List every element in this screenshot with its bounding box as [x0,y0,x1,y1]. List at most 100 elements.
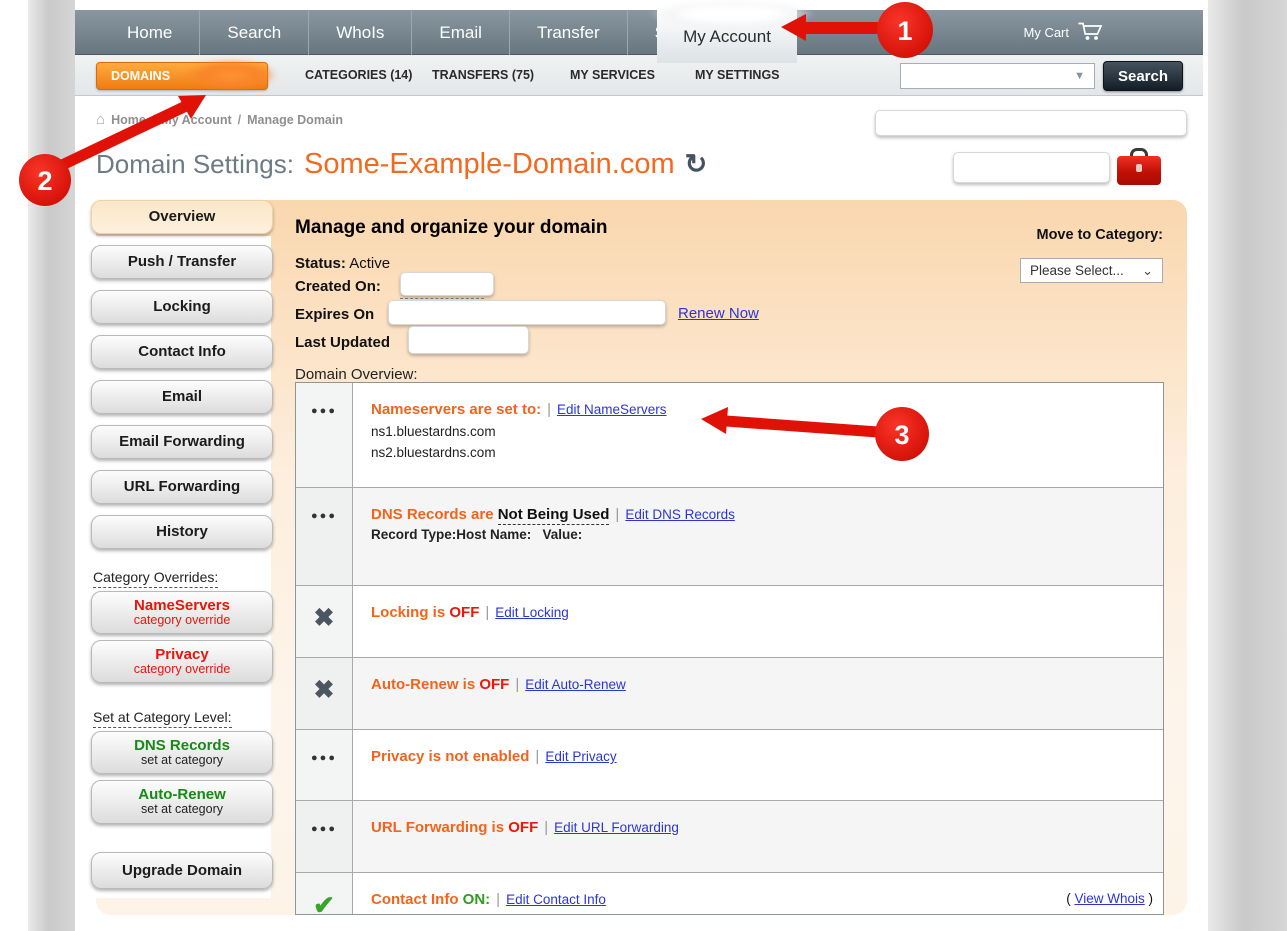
edit-edit-url-forwarding-link[interactable]: Edit URL Forwarding [554,820,679,835]
nav-tab-home[interactable]: Home [100,10,199,55]
status-label: Status: [295,255,346,272]
row-title-segment: OFF [479,676,509,693]
table-row-content: Auto-Renew is OFF|Edit Auto-Renew [353,658,1163,729]
sidebar-item-label: Overview [96,208,268,225]
edit-edit-nameservers-link[interactable]: Edit NameServers [557,402,667,417]
sidebar-item-label: URL Forwarding [96,478,268,495]
expires-label: Expires On [295,306,374,323]
sidebar-item-email[interactable]: Email [91,380,273,414]
sidebar-item-overview[interactable]: Overview [91,200,273,234]
table-row-title: DNS Records are Not Being Used|Edit DNS … [371,506,1147,523]
sub-navbar: DOMAINS CATEGORIES (14) TRANSFERS (75) MY S… [75,55,1203,96]
chevron-down-icon: ▼ [1074,70,1085,82]
subnav-item-categories-14[interactable]: CATEGORIES (14) [305,68,412,82]
ellipsis-icon: ●●● [311,510,337,585]
table-row-content: DNS Records are Not Being Used|Edit DNS … [353,488,1163,585]
title-prefix: Domain Settings: [96,149,294,180]
updated-line: Last Updated [295,334,390,351]
top-navbar: HomeSearchWhoIsEmailTransferSSL My Accou… [75,10,1203,55]
table-row-title: URL Forwarding is OFF|Edit URL Forwardin… [371,819,1147,836]
sidebar-item-nameservers[interactable]: NameServerscategory override [91,591,273,634]
sidebar-item-sublabel: category override [96,614,268,627]
renew-now-link[interactable]: Renew Now [678,305,759,322]
subnav-item-domains[interactable]: DOMAINS [96,62,268,90]
table-row-status-cell: ✖ [296,586,353,657]
right-gutter [1208,0,1287,931]
domain-name: Some-Example-Domain.com [304,148,675,181]
table-row: ●●● DNS Records are Not Being Used|Edit D… [296,488,1163,586]
sidebar-item-contact-info[interactable]: Contact Info [91,335,273,369]
section-heading: Manage and organize your domain [295,217,608,239]
view-whois-link[interactable]: View Whois [1074,891,1144,906]
table-row-title: Contact Info ON:|Edit Contact Info [371,891,1147,908]
sidebar-item-upgrade-domain[interactable]: Upgrade Domain [91,852,273,889]
refresh-icon[interactable]: ↻ [685,151,708,178]
table-row-content: Privacy is not enabled|Edit Privacy [353,730,1163,800]
edit-edit-locking-link[interactable]: Edit Locking [495,605,569,620]
sidebar-item-history[interactable]: History [91,515,273,549]
sidebar-item-email-forwarding[interactable]: Email Forwarding [91,425,273,459]
sidebar-item-privacy[interactable]: Privacycategory override [91,640,273,683]
sidebar-item-url-forwarding[interactable]: URL Forwarding [91,470,273,504]
nav-tab-transfer[interactable]: Transfer [509,10,627,55]
row-title-segment: ON: [463,891,491,908]
sidebar-item-label: Auto-Renew [96,786,268,803]
subnav-item-my-services[interactable]: MY SERVICES [570,68,655,82]
sidebar-item-label: Email Forwarding [96,433,268,450]
table-row-title: Locking is OFF | Edit Locking [371,604,1147,621]
sidebar-item-label: DNS Records [96,737,268,754]
category-overrides-heading: Category Overrides: [93,569,273,585]
table-row-title: Nameservers are set to:|Edit NameServers [371,401,1147,418]
subnav-item-transfers-75[interactable]: TRANSFERS (75) [432,68,534,82]
sidebar-item-push-transfer[interactable]: Push / Transfer [91,245,273,279]
dashed-underline [400,298,484,299]
my-cart[interactable]: My Cart [1024,10,1104,55]
table-row: ✖Auto-Renew is OFF|Edit Auto-Renew [296,658,1163,730]
check-icon: ✔ [313,895,335,915]
edit-edit-privacy-link[interactable]: Edit Privacy [545,749,616,764]
edit-edit-dns-records-link[interactable]: Edit DNS Records [625,507,735,522]
separator: | [535,748,539,765]
table-row-content: Nameservers are set to:|Edit NameServers… [353,383,1163,487]
breadcrumb: ⌂ Home / My Account / Manage Domain [96,111,343,128]
note-post: ) [1145,891,1153,906]
row-title-segment: Auto-Renew is [371,676,479,693]
move-to-category-select[interactable]: Please Select... ⌄ [1020,258,1163,283]
separator: | [485,604,489,621]
edit-edit-contact-info-link[interactable]: Edit Contact Info [506,892,606,907]
sidebar-item-label: Email [96,388,268,405]
top-nav-tabs: HomeSearchWhoIsEmailTransferSSL [100,10,714,55]
nav-tab-search[interactable]: Search [199,10,308,55]
table-row-line: ns1.bluestardns.com [371,424,1147,439]
subnav-item-my-settings[interactable]: MY SETTINGS [695,68,780,82]
row-title-segment: OFF [449,604,479,621]
status-value: Active [349,255,390,272]
table-row-status-cell: ●●● [296,383,353,487]
set-at-category-heading-text: Set at Category Level: [93,709,232,728]
breadcrumb-my-account[interactable]: My Account [161,113,231,127]
cart-icon [1077,21,1103,44]
nav-tab-whois[interactable]: WhoIs [308,10,411,55]
sidebar-item-label: Locking [96,298,268,315]
row-title-segment: Locking is [371,604,449,621]
domain-search-select[interactable]: ▼ [900,63,1095,89]
table-row: ●●●Nameservers are set to:|Edit NameServ… [296,383,1163,488]
table-row-content: URL Forwarding is OFF|Edit URL Forwardin… [353,801,1163,872]
table-row-content: Contact Info ON:|Edit Contact Info( View… [353,873,1163,915]
tab-my-account[interactable]: My Account [657,10,797,63]
redacted-field [875,110,1187,136]
expires-line: Expires On [295,306,374,323]
home-icon: ⌂ [96,111,105,128]
row-title-segment: Nameservers are set to: [371,401,541,418]
domain-overview-label: Domain Overview: [295,366,418,383]
breadcrumb-home[interactable]: Home [111,113,146,127]
table-row-status-cell: ✖ [296,658,353,729]
nav-tab-email[interactable]: Email [411,10,509,55]
sidebar-item-locking[interactable]: Locking [91,290,273,324]
edit-edit-auto-renew-link[interactable]: Edit Auto-Renew [525,677,626,692]
toolbox-icon[interactable] [1117,148,1161,185]
sidebar-item-sublabel: set at category [96,803,268,816]
sidebar-item-dns-records[interactable]: DNS Recordsset at category [91,731,273,774]
sidebar-item-auto-renew[interactable]: Auto-Renewset at category [91,780,273,823]
search-button[interactable]: Search [1103,61,1183,91]
